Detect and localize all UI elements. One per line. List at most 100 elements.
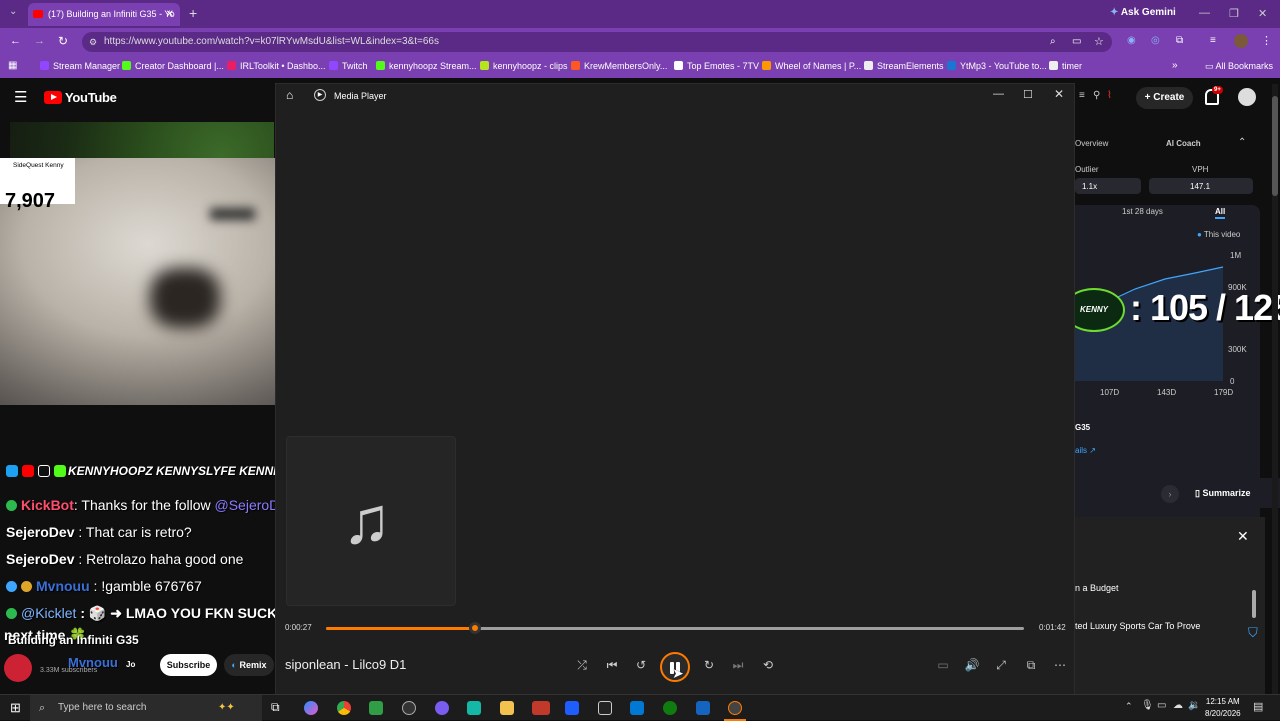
hamburger-menu-icon[interactable]: ☰: [14, 88, 27, 106]
tab-overview[interactable]: Overview: [1075, 139, 1108, 148]
tab-search-icon[interactable]: ⌄: [9, 6, 17, 17]
bookmark-item[interactable]: Twitch: [329, 61, 368, 71]
browser-tab[interactable]: (17) Building an Infiniti G35 - Yo ✕: [28, 3, 180, 26]
seek-bar-thumb[interactable]: [468, 622, 481, 634]
bookmark-item[interactable]: timer: [1049, 61, 1082, 71]
bookmark-item[interactable]: Stream Manager: [40, 61, 120, 71]
create-button[interactable]: + Create: [1136, 87, 1193, 109]
tab-ai-coach[interactable]: AI Coach: [1166, 139, 1201, 148]
media-player-taskbar-icon[interactable]: [728, 701, 742, 715]
recommendation-title-1[interactable]: n a Budget: [1075, 583, 1119, 593]
shuffle-icon[interactable]: ⤮: [572, 658, 592, 673]
remix-button[interactable]: ◐ Remix: [224, 654, 274, 676]
details-link[interactable]: ails ↗: [1075, 446, 1096, 455]
recommendation-title-2[interactable]: ted Luxury Sports Car To Prove: [1075, 621, 1200, 631]
obs-icon[interactable]: [402, 701, 416, 715]
mp-minimize-icon[interactable]: —: [993, 88, 1004, 100]
range-first-28-days[interactable]: 1st 28 days: [1122, 207, 1163, 216]
start-icon[interactable]: ⊞: [10, 700, 21, 716]
bookmark-item[interactable]: Wheel of Names | P...: [762, 61, 861, 71]
extension-icon[interactable]: ◉: [1127, 35, 1136, 46]
all-bookmarks-button[interactable]: ▭ All Bookmarks: [1205, 61, 1273, 72]
tab-close-icon[interactable]: ✕: [166, 3, 174, 26]
next-icon[interactable]: ⏭: [728, 658, 748, 673]
bookmark-star-icon[interactable]: ☆: [1094, 35, 1104, 48]
xbox-icon[interactable]: [663, 701, 677, 715]
cast-icon[interactable]: ▭: [1072, 36, 1081, 47]
playing-on-icon[interactable]: ▭: [933, 658, 953, 672]
mp-maximize-icon[interactable]: ☐: [1023, 88, 1033, 101]
site-info-icon[interactable]: ⚙: [89, 32, 97, 52]
forward-30-icon[interactable]: ↻: [699, 658, 719, 672]
discord-icon[interactable]: [435, 701, 449, 715]
studio-icon[interactable]: ≡: [1079, 90, 1085, 101]
outlook-icon[interactable]: [630, 701, 644, 715]
tray-overflow-icon[interactable]: ⌃: [1125, 701, 1133, 712]
back-icon[interactable]: ←: [10, 35, 21, 47]
battery-icon[interactable]: ▭: [1157, 700, 1166, 711]
bookmark-item[interactable]: kennyhoopz Stream...: [376, 61, 477, 71]
apps-grid-icon[interactable]: ▦: [8, 60, 17, 71]
minimize-icon[interactable]: —: [1199, 7, 1210, 19]
url-input[interactable]: ⚙ https://www.youtube.com/watch?v=k07lRY…: [82, 32, 1112, 52]
summarize-button[interactable]: ▯ Summarize: [1195, 488, 1250, 499]
app-teal-icon[interactable]: [467, 701, 481, 715]
fullscreen-icon[interactable]: ⤢: [991, 658, 1011, 673]
app-blue-icon[interactable]: [565, 701, 579, 715]
ask-gemini-button[interactable]: ✦ Ask Gemini: [1110, 7, 1176, 18]
seek-bar[interactable]: [326, 622, 1024, 634]
network-icon[interactable]: ☁: [1173, 700, 1183, 711]
file-explorer-icon[interactable]: [500, 701, 514, 715]
bookmark-item[interactable]: Creator Dashboard |...: [122, 61, 224, 71]
repeat-off-icon[interactable]: ⟲: [758, 658, 778, 672]
microphone-icon[interactable]: 🎙: [1141, 700, 1154, 711]
capcut-icon[interactable]: [598, 701, 612, 715]
page-scrollbar-thumb[interactable]: [1272, 96, 1278, 196]
chrome-menu-icon[interactable]: ⋮: [1261, 34, 1272, 47]
range-all[interactable]: All: [1215, 207, 1225, 216]
taskbar-search-input[interactable]: ⌕ Type here to search ✦✦: [30, 695, 262, 721]
bookmark-item[interactable]: kennyhoopz - clips: [480, 61, 568, 71]
bookmark-item[interactable]: YtMp3 - YouTube to...: [947, 61, 1047, 71]
bookmark-item[interactable]: IRLToolkit • Dashbo...: [227, 61, 326, 71]
collapse-chevron-icon[interactable]: ⌃: [1238, 137, 1246, 148]
shield-icon[interactable]: ⛉: [1248, 625, 1264, 641]
account-avatar[interactable]: [1238, 88, 1256, 106]
taskbar-clock[interactable]: 12:15 AM 8/20/2026: [1205, 696, 1241, 720]
bookmark-item[interactable]: Top Emotes - 7TV: [674, 61, 759, 71]
extensions-puzzle-icon[interactable]: ⧉: [1176, 35, 1183, 46]
close-popup-icon[interactable]: ✕: [1237, 528, 1249, 545]
task-view-icon[interactable]: ⧉: [271, 700, 280, 715]
new-tab-button[interactable]: +: [189, 5, 197, 21]
store-icon[interactable]: [369, 701, 383, 715]
alert-icon[interactable]: ⌇: [1107, 90, 1112, 101]
bookmark-item[interactable]: StreamElements: [864, 61, 944, 71]
close-window-icon[interactable]: ✕: [1258, 7, 1267, 20]
chrome-icon[interactable]: [337, 701, 351, 715]
more-options-icon[interactable]: ⋯: [1050, 658, 1070, 672]
media-icon[interactable]: ≡: [1210, 35, 1216, 46]
extension-2-icon[interactable]: ◎: [1151, 35, 1160, 46]
reload-icon[interactable]: ↻: [58, 34, 68, 48]
bookmarks-overflow-icon[interactable]: »: [1172, 60, 1178, 71]
bookmark-item[interactable]: KrewMembersOnly...: [571, 61, 667, 71]
mp-close-icon[interactable]: ✕: [1054, 87, 1064, 101]
subscribe-button[interactable]: Subscribe: [160, 654, 217, 676]
popup-scrollbar[interactable]: [1252, 590, 1256, 618]
copilot-icon[interactable]: [304, 701, 318, 715]
zoom-icon[interactable]: ⌕: [1050, 36, 1056, 47]
mini-player-icon[interactable]: ⧉: [1021, 658, 1041, 673]
voicemeeter-icon[interactable]: [532, 701, 550, 715]
forward-icon[interactable]: →: [34, 35, 45, 47]
profile-avatar[interactable]: [1234, 34, 1248, 48]
restore-icon[interactable]: ❐: [1229, 7, 1239, 20]
stats-icon[interactable]: ⚲: [1093, 90, 1100, 101]
next-chevron-icon[interactable]: ›: [1161, 485, 1179, 503]
rewind-10-icon[interactable]: ↺: [631, 658, 651, 672]
video-title[interactable]: Building an Infiniti G35: [8, 633, 139, 647]
youtube-logo[interactable]: YouTube: [44, 90, 117, 105]
home-icon[interactable]: ⌂: [286, 88, 293, 102]
volume-icon[interactable]: 🔊: [962, 658, 982, 672]
notifications-icon[interactable]: ▤: [1253, 700, 1263, 713]
speaker-icon[interactable]: 🔉: [1188, 700, 1200, 711]
